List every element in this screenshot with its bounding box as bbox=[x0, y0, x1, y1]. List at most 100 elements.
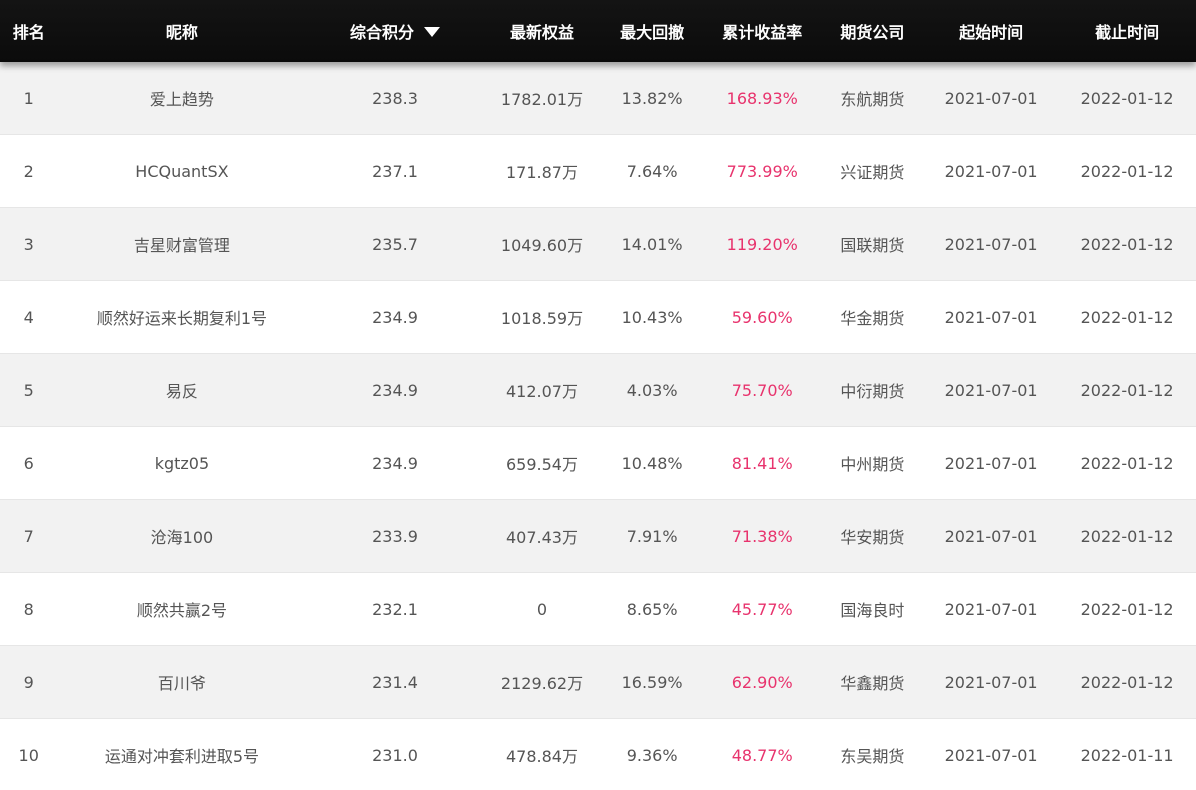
cell-end: 2022-01-12 bbox=[1080, 453, 1174, 473]
cell-company: 东吴期货 bbox=[840, 747, 905, 766]
cell-rank: 1 bbox=[23, 88, 34, 108]
header-rank[interactable]: 排名 bbox=[0, 19, 57, 43]
header-score-sort[interactable]: 综合积分 bbox=[306, 19, 483, 43]
cell-equity: 1018.59万 bbox=[500, 309, 584, 328]
cell-score: 237.1 bbox=[372, 161, 418, 181]
cell-name: 吉星财富管理 bbox=[133, 236, 230, 255]
cell-name: 顺然好运来长期复利1号 bbox=[96, 309, 268, 328]
cell-return: 168.93% bbox=[726, 88, 798, 108]
cell-drawdown: 10.48% bbox=[621, 453, 683, 473]
cell-name: 易反 bbox=[165, 382, 198, 401]
cell-rank: 7 bbox=[23, 526, 34, 546]
table-row[interactable]: 4 顺然好运来长期复利1号 234.9 1018.59万 10.43% 59.60% 华金期… bbox=[0, 281, 1196, 354]
cell-rank: 10 bbox=[18, 745, 39, 765]
cell-rank: 6 bbox=[23, 453, 34, 473]
table-row[interactable]: 2 HCQuantSX 237.1 171.87万 7.64% 773.99% 兴证期货 20… bbox=[0, 135, 1196, 208]
cell-end: 2022-01-12 bbox=[1080, 307, 1174, 327]
header-end[interactable]: 截止时间 bbox=[1058, 19, 1196, 43]
cell-drawdown: 7.91% bbox=[626, 526, 678, 546]
header-equity[interactable]: 最新权益 bbox=[484, 19, 601, 43]
cell-company: 国海良时 bbox=[840, 601, 905, 620]
cell-start: 2021-07-01 bbox=[944, 453, 1038, 473]
table-row[interactable]: 10 运通对冲套利进取5号 231.0 478.84万 9.36% 48.77% 东吴期货 2… bbox=[0, 719, 1196, 790]
cell-score: 234.9 bbox=[372, 380, 418, 400]
cell-end: 2022-01-12 bbox=[1080, 380, 1174, 400]
cell-rank: 2 bbox=[23, 161, 34, 181]
cell-drawdown: 8.65% bbox=[626, 599, 678, 619]
cell-company: 国联期货 bbox=[840, 236, 905, 255]
cell-name: 沧海100 bbox=[150, 528, 214, 547]
cell-company: 华金期货 bbox=[840, 309, 905, 328]
cell-return: 75.70% bbox=[731, 380, 793, 400]
cell-equity: 171.87万 bbox=[505, 163, 578, 182]
table-row[interactable]: 9 百川爷 231.4 2129.62万 16.59% 62.90% 华鑫期货 2021-07… bbox=[0, 646, 1196, 719]
cell-score: 231.0 bbox=[372, 745, 418, 765]
ranking-table: 排名 昵称 综合积分 最新权益 最大回撤 累计收益率 期货公司 起始时间 截止时… bbox=[0, 0, 1196, 790]
cell-start: 2021-07-01 bbox=[944, 307, 1038, 327]
cell-name: 运通对冲套利进取5号 bbox=[104, 747, 260, 766]
cell-drawdown: 16.59% bbox=[621, 672, 683, 692]
cell-equity: 659.54万 bbox=[505, 455, 578, 474]
cell-score: 232.1 bbox=[372, 599, 418, 619]
cell-end: 2022-01-12 bbox=[1080, 161, 1174, 181]
cell-rank: 5 bbox=[23, 380, 34, 400]
cell-rank: 4 bbox=[23, 307, 34, 327]
cell-return: 773.99% bbox=[726, 161, 798, 181]
table-row[interactable]: 3 吉星财富管理 235.7 1049.60万 14.01% 119.20% 国联期货 202… bbox=[0, 208, 1196, 281]
cell-end: 2022-01-11 bbox=[1080, 745, 1174, 765]
cell-company: 兴证期货 bbox=[840, 163, 905, 182]
table-row[interactable]: 7 沧海100 233.9 407.43万 7.91% 71.38% 华安期货 2021-07… bbox=[0, 500, 1196, 573]
table-row[interactable]: 6 kgtz05 234.9 659.54万 10.48% 81.41% 中州期货 2021-… bbox=[0, 427, 1196, 500]
cell-company: 中衍期货 bbox=[840, 382, 905, 401]
cell-rank: 9 bbox=[23, 672, 34, 692]
cell-start: 2021-07-01 bbox=[944, 161, 1038, 181]
cell-score: 233.9 bbox=[372, 526, 418, 546]
cell-drawdown: 4.03% bbox=[626, 380, 678, 400]
cell-score: 234.9 bbox=[372, 453, 418, 473]
cell-drawdown: 14.01% bbox=[621, 234, 683, 254]
table-header: 排名 昵称 综合积分 最新权益 最大回撤 累计收益率 期货公司 起始时间 截止时… bbox=[0, 0, 1196, 62]
cell-name: kgtz05 bbox=[154, 453, 210, 473]
cell-return: 119.20% bbox=[726, 234, 798, 254]
cell-drawdown: 13.82% bbox=[621, 88, 683, 108]
cell-equity: 407.43万 bbox=[505, 528, 578, 547]
cell-company: 中州期货 bbox=[840, 455, 905, 474]
header-score-label: 综合积分 bbox=[349, 23, 414, 42]
cell-name: 顺然共赢2号 bbox=[136, 601, 228, 620]
cell-drawdown: 9.36% bbox=[626, 745, 678, 765]
sort-descending-icon bbox=[424, 27, 440, 37]
cell-equity: 1782.01万 bbox=[500, 90, 584, 109]
cell-equity: 1049.60万 bbox=[500, 236, 584, 255]
cell-return: 59.60% bbox=[731, 307, 793, 327]
cell-rank: 3 bbox=[23, 234, 34, 254]
cell-end: 2022-01-12 bbox=[1080, 88, 1174, 108]
header-name[interactable]: 昵称 bbox=[57, 19, 306, 43]
cell-start: 2021-07-01 bbox=[944, 380, 1038, 400]
cell-start: 2021-07-01 bbox=[944, 234, 1038, 254]
table-row[interactable]: 5 易反 234.9 412.07万 4.03% 75.70% 中衍期货 2021-07-01… bbox=[0, 354, 1196, 427]
cell-start: 2021-07-01 bbox=[944, 88, 1038, 108]
cell-score: 235.7 bbox=[372, 234, 418, 254]
table-row[interactable]: 1 爱上趋势 238.3 1782.01万 13.82% 168.93% 东航期货 2021-… bbox=[0, 62, 1196, 135]
cell-return: 71.38% bbox=[731, 526, 793, 546]
cell-company: 华安期货 bbox=[840, 528, 905, 547]
cell-return: 62.90% bbox=[731, 672, 793, 692]
cell-name: HCQuantSX bbox=[135, 161, 229, 181]
cell-company: 东航期货 bbox=[840, 90, 905, 109]
header-return[interactable]: 累计收益率 bbox=[704, 19, 821, 43]
cell-equity: 0 bbox=[536, 599, 548, 619]
cell-name: 爱上趋势 bbox=[149, 90, 214, 109]
cell-start: 2021-07-01 bbox=[944, 599, 1038, 619]
table-body: 1 爱上趋势 238.3 1782.01万 13.82% 168.93% 东航期货 2021-… bbox=[0, 62, 1196, 790]
header-drawdown[interactable]: 最大回撤 bbox=[600, 19, 703, 43]
cell-company: 华鑫期货 bbox=[840, 674, 905, 693]
cell-start: 2021-07-01 bbox=[944, 672, 1038, 692]
header-company[interactable]: 期货公司 bbox=[821, 19, 924, 43]
table-row[interactable]: 8 顺然共赢2号 232.1 0 8.65% 45.77% 国海良时 2021-07-01 20… bbox=[0, 573, 1196, 646]
cell-drawdown: 10.43% bbox=[621, 307, 683, 327]
cell-return: 45.77% bbox=[731, 599, 793, 619]
cell-rank: 8 bbox=[23, 599, 34, 619]
header-start[interactable]: 起始时间 bbox=[924, 19, 1058, 43]
cell-name: 百川爷 bbox=[157, 674, 206, 693]
cell-end: 2022-01-12 bbox=[1080, 526, 1174, 546]
